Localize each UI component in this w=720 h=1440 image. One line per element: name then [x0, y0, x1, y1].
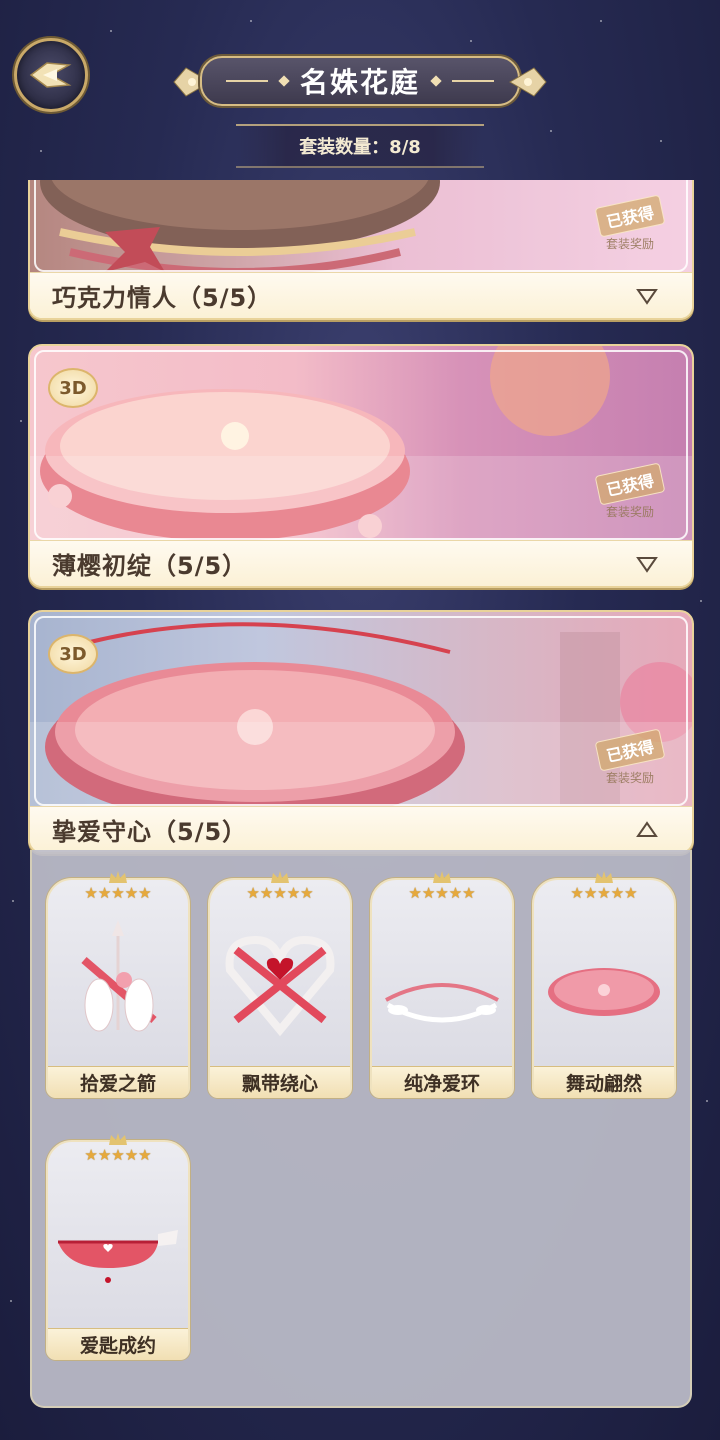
title-deco-line	[452, 80, 494, 82]
title-diamond-icon	[430, 75, 442, 87]
suit-artwork: 3D 已获得 套装奖励	[30, 612, 692, 810]
rarity-stars: ★★★★★	[84, 884, 152, 902]
rarity-stars: ★★★★★	[246, 884, 314, 902]
item-name: 拾爱之箭	[48, 1066, 188, 1098]
crown-icon	[595, 871, 613, 883]
back-button[interactable]	[14, 38, 88, 112]
item-card[interactable]: ★★★★★ 爱匙成约	[46, 1132, 190, 1360]
suit-name-row[interactable]: 巧克力情人（5/5）	[30, 272, 692, 318]
collapse-arrow-icon[interactable]	[636, 820, 658, 839]
rarity-stars: ★★★★★	[408, 884, 476, 902]
suit-name: 挚爱守心（5/5）	[52, 818, 248, 846]
suit-card-cherry-bloom[interactable]: 3D 已获得 套装奖励 薄樱初绽（5/5）	[28, 344, 694, 588]
suit-name-row[interactable]: 挚爱守心（5/5）	[30, 806, 692, 852]
expand-arrow-icon[interactable]	[636, 555, 658, 573]
suit-items-panel: ★★★★★ 拾爱之箭 ★★★★★ 飘带绕心 ★★★★★ 纯净爱环 ★★★★★ 舞…	[30, 850, 692, 1408]
item-name: 舞动翩然	[534, 1066, 674, 1098]
love-arrow-item-icon	[81, 920, 157, 1032]
obtained-stamp: 已获得 套装奖励	[588, 461, 672, 524]
title-deco-line	[225, 80, 268, 82]
item-name: 爱匙成约	[48, 1328, 188, 1360]
dancing-floor-item-icon	[548, 968, 660, 1016]
3d-badge[interactable]: 3D	[48, 634, 98, 674]
item-name: 纯净爱环	[372, 1066, 512, 1098]
love-key-item-icon	[58, 1230, 178, 1283]
title-diamond-icon	[278, 75, 290, 87]
title-wing-ornament-right	[509, 67, 547, 97]
item-card[interactable]: ★★★★★ 拾爱之箭	[46, 870, 190, 1098]
item-card[interactable]: ★★★★★ 纯净爱环	[370, 870, 514, 1098]
item-card[interactable]: ★★★★★ 飘带绕心	[208, 870, 352, 1098]
suit-count: 套装数量：8/8	[236, 124, 484, 168]
3d-badge[interactable]: 3D	[48, 368, 98, 408]
suit-name: 薄樱初绽（5/5）	[52, 552, 248, 580]
crown-icon	[109, 871, 127, 883]
page-title: 名姝花庭	[299, 66, 420, 99]
obtained-stamp: 已获得 套装奖励	[588, 727, 672, 790]
suit-artwork: 已获得 套装奖励	[30, 180, 692, 276]
item-name: 飘带绕心	[210, 1066, 350, 1098]
ribbon-heart-item-icon	[225, 935, 335, 1037]
suit-artwork: 3D 已获得 套装奖励	[30, 346, 692, 544]
suit-card-devoted-heart[interactable]: 3D 已获得 套装奖励 挚爱守心（5/5）	[28, 610, 694, 854]
back-arrow-icon	[29, 62, 72, 88]
rarity-stars: ★★★★★	[84, 1146, 152, 1164]
rarity-stars: ★★★★★	[570, 884, 638, 902]
expand-arrow-icon[interactable]	[636, 287, 658, 305]
crown-icon	[433, 871, 451, 883]
title-plate: 名姝花庭	[200, 56, 520, 106]
crown-icon	[109, 1133, 127, 1145]
pure-love-ring-item-icon	[385, 983, 499, 1023]
suit-list[interactable]: 已获得 套装奖励 巧克力情人（5/5） 3D 已获得 套装奖励 薄樱初绽（5/5…	[0, 180, 720, 1440]
suit-name: 巧克力情人（5/5）	[52, 284, 273, 312]
obtained-stamp: 已获得 套装奖励	[588, 193, 672, 256]
crown-icon	[271, 871, 289, 883]
suit-name-row[interactable]: 薄樱初绽（5/5）	[30, 540, 692, 586]
item-card[interactable]: ★★★★★ 舞动翩然	[532, 870, 676, 1098]
suit-card-chocolate-lover[interactable]: 已获得 套装奖励 巧克力情人（5/5）	[28, 180, 694, 320]
